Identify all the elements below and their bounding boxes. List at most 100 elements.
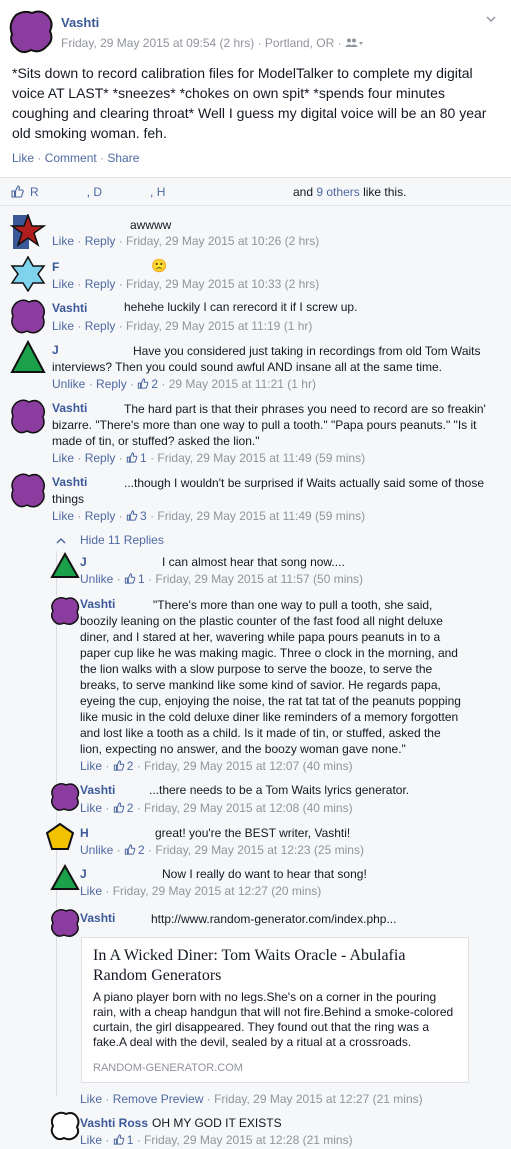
facebook-post-screen: Vashti Friday, 29 May 2015 at 09:54 (2 h… — [0, 0, 511, 1149]
reply-like-count[interactable]: 1 — [113, 1133, 133, 1147]
comment-like-button[interactable]: Like — [52, 509, 74, 523]
comment-text: The hard part is that their phrases you … — [52, 402, 486, 448]
link-preview-card[interactable]: In A Wicked Diner: Tom Waits Oracle - Ab… — [81, 937, 469, 1083]
friends-icon[interactable] — [344, 38, 363, 47]
reply-date[interactable]: Friday, 29 May 2015 at 11:57 (50 mins) — [155, 572, 363, 586]
avatar-purple-blob-icon[interactable] — [10, 298, 46, 334]
reply-like-button[interactable]: Like — [80, 884, 102, 898]
comment-text: ...though I wouldn't be surprised if Wai… — [52, 476, 485, 506]
comment-date[interactable]: Friday, 29 May 2015 at 11:49 (59 mins) — [157, 509, 365, 523]
hide-replies-label: Hide 11 Replies — [80, 533, 164, 547]
comment-date[interactable]: Friday, 29 May 2015 at 10:26 (2 hrs) — [126, 234, 319, 248]
reply-author[interactable]: Vashti — [80, 783, 115, 797]
comment-like-count[interactable]: 1 — [126, 451, 147, 465]
comment-actions: Like · Reply · 1 · Friday, 29 May 2015 a… — [52, 451, 366, 465]
reply-item: H great! you're the BEST writer, Vashti!… — [45, 822, 505, 858]
avatar-purple-blob-icon[interactable] — [50, 908, 80, 938]
comment-like-button[interactable]: Like — [52, 319, 74, 333]
reply-like-count[interactable]: 2 — [113, 759, 133, 773]
comment-like-count[interactable]: 3 — [126, 509, 147, 523]
avatar-yellow-pentagon-icon[interactable] — [45, 822, 75, 852]
comment-item: Vashti The hard part is that their phras… — [10, 398, 505, 468]
comment-date[interactable]: 29 May 2015 at 11:21 (1 hr) — [169, 377, 316, 391]
reply-date[interactable]: Friday, 29 May 2015 at 12:08 (40 mins) — [144, 801, 353, 815]
post-author-name[interactable]: Vashti — [61, 15, 99, 30]
comment-reply-button[interactable]: Reply — [85, 234, 116, 248]
comment-actions: Like · Reply · 3 · Friday, 29 May 2015 a… — [52, 509, 366, 523]
reply-link-url[interactable]: http://www.random-generator.com/index.ph… — [151, 911, 396, 927]
comment-button[interactable]: Comment — [45, 151, 97, 165]
hide-replies-link[interactable]: Hide 11 Replies — [56, 533, 164, 547]
liker-name-2[interactable]: D — [93, 185, 102, 199]
comment-like-button[interactable]: Like — [52, 234, 74, 248]
post-card: Vashti Friday, 29 May 2015 at 09:54 (2 h… — [0, 0, 511, 178]
reply-author[interactable]: Vashti — [80, 911, 115, 925]
post-text: *Sits down to record calibration files f… — [12, 65, 487, 141]
comment-reply-button[interactable]: Reply — [85, 451, 116, 465]
comment-date[interactable]: Friday, 29 May 2015 at 11:49 (59 mins) — [157, 451, 365, 465]
reply-text: "There's more than one way to pull a too… — [80, 598, 461, 756]
reply-like-count[interactable]: 2 — [124, 843, 145, 857]
thumbs-up-icon — [11, 185, 24, 198]
reply-date[interactable]: Friday, 29 May 2015 at 12:27 (20 mins) — [113, 884, 322, 898]
comment-reply-button[interactable]: Reply — [85, 509, 116, 523]
reply-like-button[interactable]: Like — [80, 759, 102, 773]
reply-unlike-button[interactable]: Unlike — [80, 843, 113, 857]
reply-date[interactable]: Friday, 29 May 2015 at 12:27 (21 mins) — [214, 1092, 423, 1106]
reply-author[interactable]: J — [80, 555, 87, 569]
chevron-down-icon[interactable] — [485, 13, 497, 25]
reply-text: Now I really do want to hear that song! — [162, 867, 367, 881]
reply-like-button[interactable]: Like — [80, 1133, 102, 1147]
liker-name-3[interactable]: H — [157, 185, 166, 199]
comment-author[interactable]: Vashti — [52, 301, 87, 315]
comment-date[interactable]: Friday, 29 May 2015 at 10:33 (2 hrs) — [126, 277, 319, 291]
like-count-value: 1 — [140, 451, 147, 465]
comment-date[interactable]: Friday, 29 May 2015 at 11:19 (1 hr) — [126, 319, 312, 333]
avatar-green-triangle-icon[interactable] — [50, 551, 80, 581]
share-button[interactable]: Share — [107, 151, 139, 165]
avatar-purple-blob-icon[interactable] — [50, 596, 80, 626]
reply-item: J I can almost hear that song now.... Un… — [50, 551, 505, 587]
reply-like-count[interactable]: 2 — [113, 801, 133, 815]
thumbs-up-icon — [124, 573, 136, 584]
liker-name-1[interactable]: R — [30, 185, 39, 199]
comment-author[interactable]: F — [52, 260, 59, 274]
reply-author[interactable]: H — [80, 826, 89, 840]
comment-like-count[interactable]: 2 — [137, 377, 158, 391]
avatar-red-star-icon[interactable] — [10, 214, 46, 250]
comment-like-button[interactable]: Like — [52, 451, 74, 465]
post-date[interactable]: Friday, 29 May 2015 at 09:54 (2 hrs) — [61, 36, 254, 50]
reply-like-button[interactable]: Like — [80, 801, 102, 815]
avatar-purple-blob-icon[interactable] — [10, 472, 46, 508]
avatar-outline-blob-icon[interactable] — [50, 1111, 80, 1141]
avatar-purple-blob-icon[interactable] — [10, 398, 46, 434]
comment-actions: Like · Reply · Friday, 29 May 2015 at 10… — [52, 234, 320, 248]
reply-date[interactable]: Friday, 29 May 2015 at 12:28 (21 mins) — [144, 1133, 353, 1147]
thumbs-up-icon — [113, 1134, 124, 1145]
comment-unlike-button[interactable]: Unlike — [52, 377, 85, 391]
reply-date[interactable]: Friday, 29 May 2015 at 12:07 (40 mins) — [144, 759, 353, 773]
comment-like-button[interactable]: Like — [52, 277, 74, 291]
reply-date[interactable]: Friday, 29 May 2015 at 12:23 (25 mins) — [155, 843, 364, 857]
reply-unlike-button[interactable]: Unlike — [80, 572, 113, 586]
comment-text: awwww — [130, 218, 172, 232]
remove-preview-button[interactable]: Remove Preview — [113, 1092, 204, 1106]
avatar-purple-blob-icon[interactable] — [8, 9, 54, 55]
comment-reply-button[interactable]: Reply — [85, 277, 116, 291]
likes-others-link[interactable]: 9 others — [316, 185, 359, 199]
avatar-cyan-star-icon[interactable] — [10, 256, 46, 292]
comment-actions: Unlike · Reply · 2 · 29 May 2015 at 11:2… — [52, 377, 316, 391]
reply-author[interactable]: J — [80, 867, 87, 881]
like-button[interactable]: Like — [12, 151, 34, 165]
reply-like-button[interactable]: Like — [80, 1092, 102, 1106]
link-preview-title[interactable]: In A Wicked Diner: Tom Waits Oracle - Ab… — [93, 946, 459, 986]
avatar-green-triangle-icon[interactable] — [10, 340, 46, 376]
avatar-green-triangle-icon[interactable] — [50, 863, 80, 893]
comment-reply-button[interactable]: Reply — [85, 319, 116, 333]
post-location[interactable]: Portland, OR — [265, 36, 334, 50]
reply-author[interactable]: Vashti Ross — [80, 1116, 148, 1130]
reply-like-count[interactable]: 1 — [124, 572, 145, 586]
comment-reply-button[interactable]: Reply — [96, 377, 127, 391]
avatar-purple-blob-icon[interactable] — [50, 782, 80, 812]
post-actions: Like · Comment · Share — [12, 151, 140, 165]
